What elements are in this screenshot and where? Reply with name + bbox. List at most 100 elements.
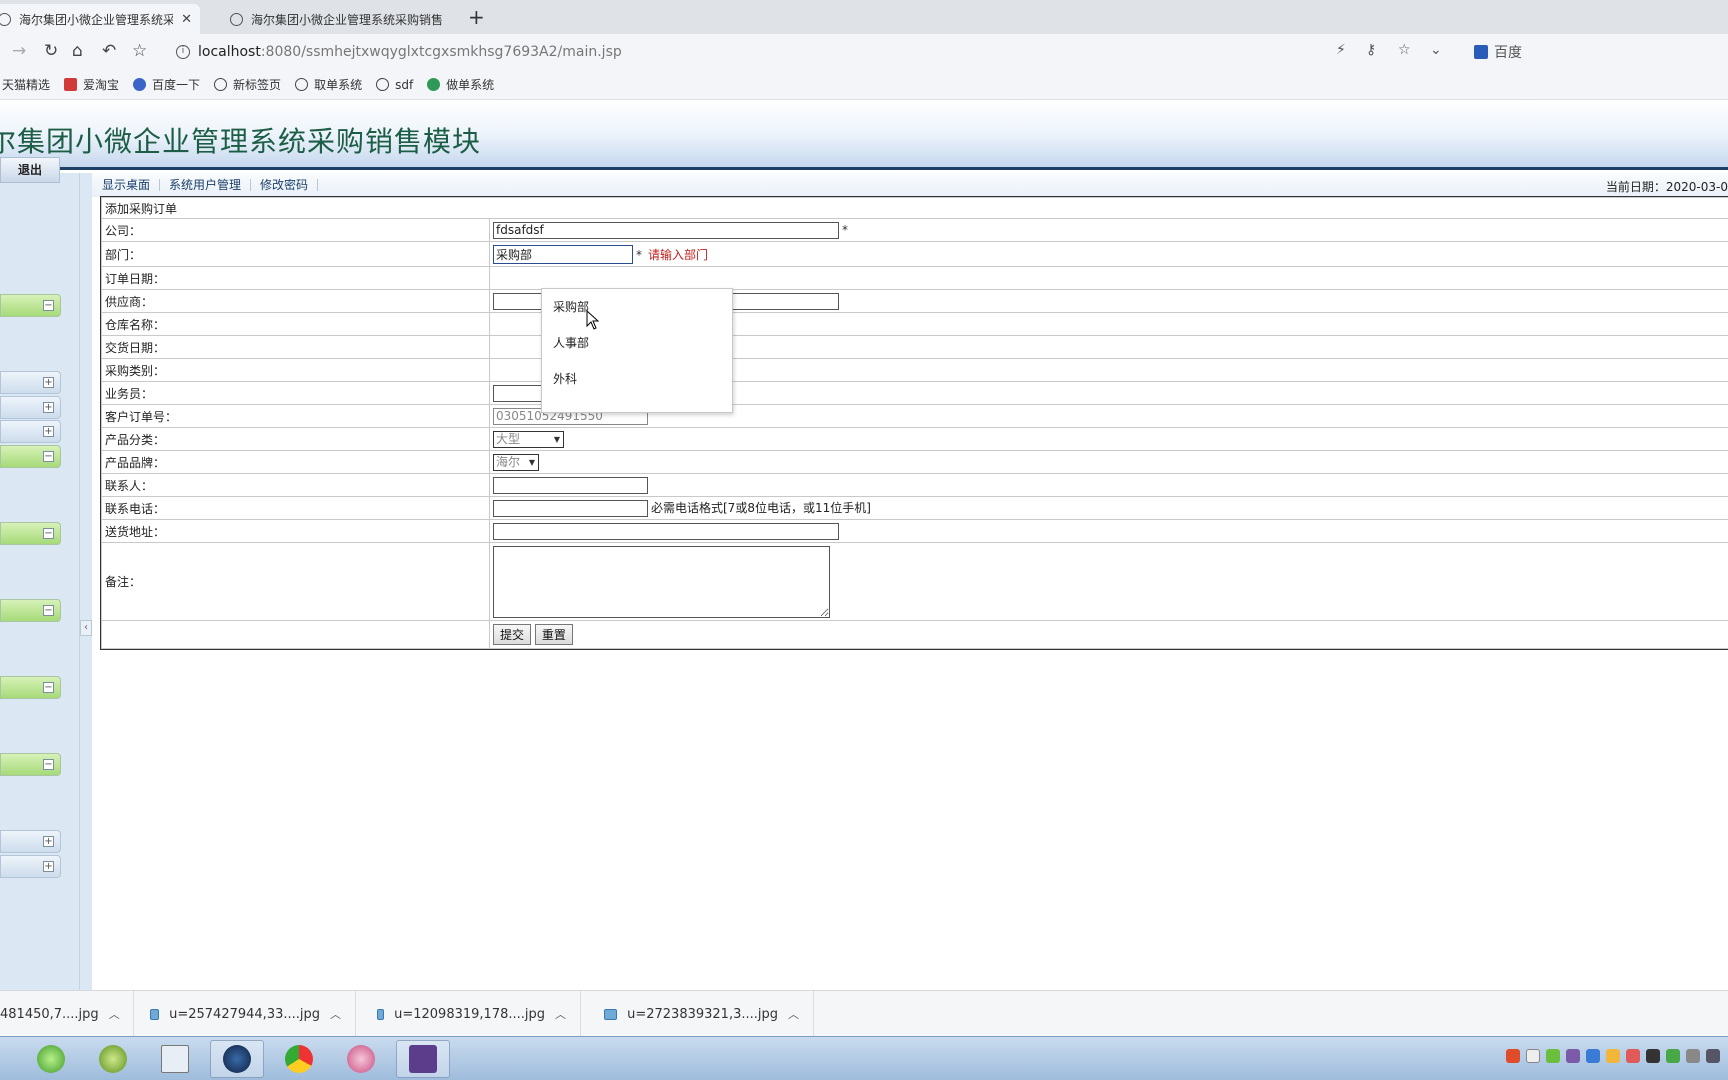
bookmark-item[interactable]: 新标签页 bbox=[214, 76, 281, 93]
download-item[interactable]: 481450,7....jpg ︿ bbox=[0, 991, 134, 1037]
expand-icon[interactable]: + bbox=[43, 836, 54, 847]
sidebar-group[interactable]: − bbox=[0, 445, 61, 468]
sidebar-group[interactable]: − bbox=[0, 676, 61, 699]
chevron-down-icon[interactable]: ⌄ bbox=[1430, 42, 1442, 58]
volume-icon[interactable] bbox=[1686, 1049, 1700, 1063]
dept-option[interactable]: 外科 bbox=[542, 361, 732, 397]
favorite-icon[interactable]: ☆ bbox=[1398, 42, 1411, 58]
address-input[interactable] bbox=[493, 522, 839, 540]
browser-tab-bar: 海尔集团小微企业管理系统采购 ✕ 海尔集团小微企业管理系统采购销售 + bbox=[0, 0, 1728, 34]
taskbar-app[interactable] bbox=[334, 1040, 388, 1078]
bookmark-item[interactable]: sdf bbox=[376, 78, 413, 92]
tray-app-icon[interactable] bbox=[1606, 1049, 1620, 1063]
network-icon[interactable] bbox=[1706, 1049, 1720, 1063]
dept-input[interactable] bbox=[493, 244, 633, 264]
tray-app-icon[interactable] bbox=[1566, 1049, 1580, 1063]
sidebar-group[interactable]: + bbox=[0, 855, 61, 878]
dept-option[interactable]: 人事部 bbox=[542, 325, 732, 361]
menu-item-user-management[interactable]: 系统用户管理 bbox=[160, 179, 252, 191]
collapse-icon[interactable]: − bbox=[43, 451, 54, 462]
search-engine[interactable]: 百度 bbox=[1474, 42, 1522, 62]
taskbar-app[interactable] bbox=[272, 1040, 326, 1078]
taskbar-app[interactable] bbox=[148, 1040, 202, 1078]
bookmark-item[interactable]: 百度一下 bbox=[133, 76, 200, 93]
expand-icon[interactable]: + bbox=[43, 861, 54, 872]
key-icon[interactable]: ⚷ bbox=[1366, 42, 1376, 58]
chevron-up-icon[interactable]: ︿ bbox=[788, 1006, 799, 1022]
button-row-spacer bbox=[101, 620, 490, 649]
sidebar-group[interactable]: − bbox=[0, 522, 61, 545]
order-date-label: 订单日期： bbox=[101, 266, 490, 290]
info-icon[interactable]: i bbox=[176, 45, 190, 59]
bookmark-star-icon[interactable]: ☆ bbox=[132, 40, 147, 62]
order-date-cell[interactable] bbox=[489, 266, 1728, 290]
taskbar-app[interactable] bbox=[86, 1040, 140, 1078]
bookmark-item[interactable]: 做单系统 bbox=[427, 76, 494, 93]
bookmark-item[interactable]: 取单系统 bbox=[295, 76, 362, 93]
collapse-icon[interactable]: − bbox=[43, 605, 54, 616]
product-class-select[interactable]: 大型 ▼ bbox=[493, 430, 564, 448]
sidebar-group[interactable]: + bbox=[0, 371, 61, 394]
collapse-icon[interactable]: − bbox=[43, 300, 54, 311]
reset-button[interactable]: 重置 bbox=[534, 624, 573, 645]
sidebar-group[interactable]: − bbox=[0, 753, 61, 776]
sidebar-group[interactable]: + bbox=[0, 396, 61, 419]
taskbar-app[interactable] bbox=[210, 1040, 264, 1078]
expand-icon[interactable]: + bbox=[43, 402, 54, 413]
bookmark-label: 爱淘宝 bbox=[83, 78, 120, 92]
chevron-up-icon[interactable]: ︿ bbox=[109, 1006, 120, 1022]
sidebar-group[interactable]: + bbox=[0, 420, 61, 443]
brand-select[interactable]: 海尔 ▼ bbox=[493, 453, 539, 471]
collapse-icon[interactable]: − bbox=[43, 528, 54, 539]
bookmark-label: 取单系统 bbox=[314, 78, 363, 92]
forward-icon[interactable]: → bbox=[12, 40, 26, 62]
collapse-icon[interactable]: − bbox=[43, 759, 54, 770]
download-item[interactable]: u=12098319,178....jpg ︿ bbox=[377, 991, 581, 1037]
sidebar-group[interactable]: − bbox=[0, 599, 61, 622]
address-bar[interactable]: i localhost:8080/ssmhejtxwqyglxtcgxsmkhs… bbox=[176, 42, 622, 62]
download-item[interactable]: u=257427944,33....jpg ︿ bbox=[150, 991, 356, 1037]
bookmark-item[interactable]: 天猫精选 bbox=[2, 76, 50, 93]
menu-item-desktop[interactable]: 显示桌面 bbox=[92, 179, 161, 191]
sidebar-collapse-toggle[interactable]: ‹ bbox=[80, 620, 92, 636]
expand-icon[interactable]: + bbox=[43, 426, 54, 437]
reload-icon[interactable]: ↻ bbox=[44, 40, 58, 62]
shield-icon[interactable] bbox=[1586, 1049, 1600, 1063]
taskbar-app[interactable] bbox=[396, 1040, 450, 1078]
menu-item-change-password[interactable]: 修改密码 bbox=[251, 179, 319, 191]
notification-icon[interactable] bbox=[1526, 1049, 1540, 1063]
globe-icon bbox=[295, 78, 309, 91]
browser-tab-1[interactable]: 海尔集团小微企业管理系统采购 ✕ bbox=[0, 4, 200, 34]
purchase-order-form: 添加采购订单 公司： * 部门： * 请输入部门 订单日期： 供应商： bbox=[100, 196, 1728, 650]
phone-input[interactable] bbox=[493, 499, 648, 517]
qq-tray-icon[interactable] bbox=[1646, 1049, 1660, 1063]
browser-tab-2[interactable]: 海尔集团小微企业管理系统采购销售 bbox=[222, 4, 452, 34]
sidebar-group[interactable]: + bbox=[0, 830, 61, 853]
submit-button[interactable]: 提交 bbox=[493, 624, 532, 645]
close-icon[interactable]: ✕ bbox=[181, 12, 192, 27]
contact-input[interactable] bbox=[493, 476, 648, 494]
lightning-icon[interactable]: ⚡ bbox=[1336, 42, 1346, 58]
remark-textarea[interactable] bbox=[493, 545, 830, 618]
tray-app-icon[interactable] bbox=[1546, 1049, 1560, 1063]
dept-option[interactable]: 采购部 bbox=[542, 289, 732, 325]
sidebar-group[interactable]: − bbox=[0, 294, 61, 317]
sidebar: 退出 − + + + − − − − − + + ‹ bbox=[0, 157, 92, 990]
tray-app-icon[interactable] bbox=[1666, 1049, 1680, 1063]
collapse-icon[interactable]: − bbox=[43, 682, 54, 693]
start-button[interactable] bbox=[24, 1040, 78, 1078]
download-filename: 481450,7....jpg bbox=[0, 1006, 99, 1022]
expand-icon[interactable]: + bbox=[43, 377, 54, 388]
tray-app-icon[interactable] bbox=[1626, 1049, 1640, 1063]
home-icon[interactable]: ⌂ bbox=[72, 40, 83, 62]
undo-icon[interactable]: ↶ bbox=[102, 40, 116, 62]
chevron-up-icon[interactable]: ︿ bbox=[555, 1006, 566, 1022]
logout-button[interactable]: 退出 bbox=[0, 157, 60, 183]
download-item[interactable]: u=2723839321,3....jpg ︿ bbox=[604, 991, 814, 1037]
sogou-icon[interactable] bbox=[1506, 1049, 1520, 1063]
new-tab-button[interactable]: + bbox=[468, 5, 485, 29]
chevron-up-icon[interactable]: ︿ bbox=[330, 1006, 341, 1022]
company-input[interactable] bbox=[493, 221, 839, 239]
bookmark-item[interactable]: 爱淘宝 bbox=[64, 76, 119, 93]
product-class-label: 产品分类： bbox=[101, 427, 490, 451]
